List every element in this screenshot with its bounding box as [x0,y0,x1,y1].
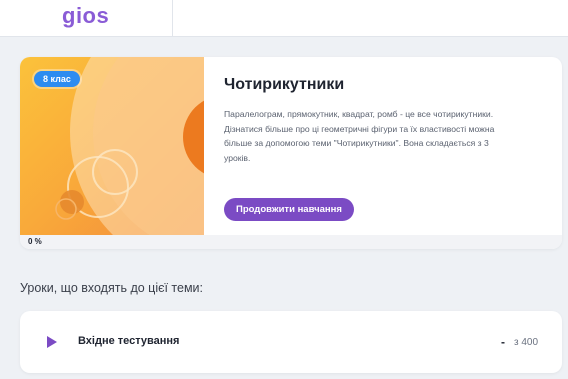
topic-hero-image: 8 клас [20,57,204,235]
topic-content: Чотирикутники Паралелограм, прямокутник,… [224,57,554,235]
topic-card: 8 клас Чотирикутники Паралелограм, прямо… [20,57,562,249]
header-divider [172,0,173,36]
lesson-score: - [501,335,505,349]
continue-learning-button[interactable]: Продовжити навчання [224,198,354,221]
progress-bar: 0 % [20,235,562,249]
top-bar: gios [0,0,568,37]
lesson-title: Вхідне тестування [78,335,180,347]
lesson-row[interactable]: Вхідне тестування - з 400 [20,311,562,373]
topic-title: Чотирикутники [224,76,345,93]
grade-badge: 8 клас [34,71,80,87]
lesson-max-score: з 400 [514,337,539,348]
gios-logo[interactable]: gios [62,3,109,29]
progress-label: 0 % [28,237,42,246]
lessons-section-heading: Уроки, що входять до цієї теми: [20,281,204,295]
topic-description: Паралелограм, прямокутник, квадрат, ромб… [224,109,495,163]
play-icon[interactable] [46,336,58,348]
